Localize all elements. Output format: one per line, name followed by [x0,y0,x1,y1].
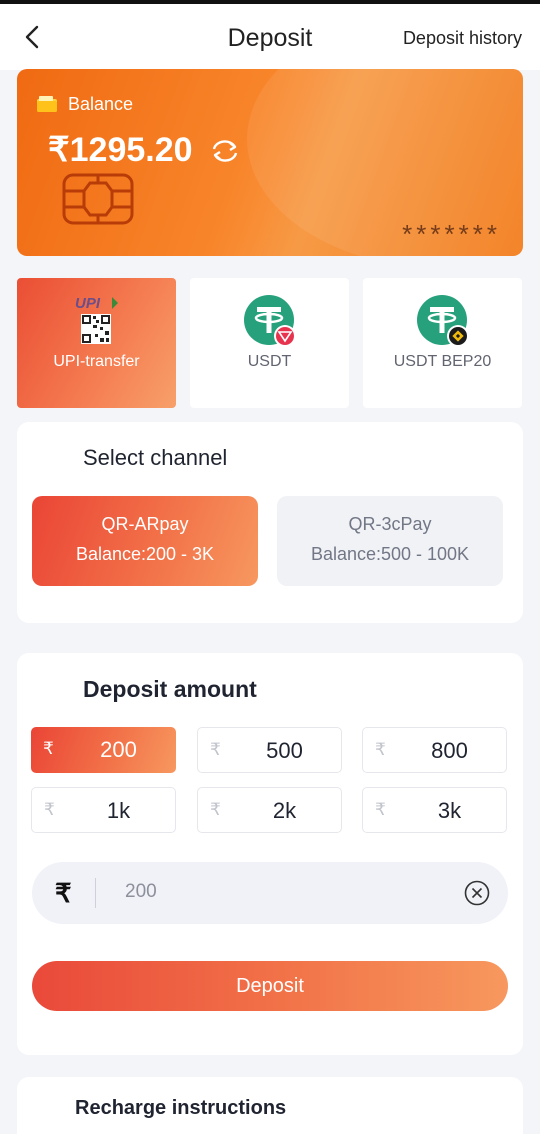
channel-qr-3cpay[interactable]: QR-3cPay Balance:500 - 100K [277,496,503,586]
masked-card-number: ******* [402,219,501,249]
rupee-icon: ₹ [210,800,221,819]
refresh-icon[interactable] [209,137,241,165]
channel-panel: Select channel QR-ARpay Balance:200 - 3K… [17,422,523,623]
balance-amount: ₹1295.20 [48,131,193,169]
method-label: USDT BEP20 [393,353,492,370]
card-chip-icon [62,173,134,225]
amount-option-200[interactable]: ₹ 200 [31,727,176,773]
method-label: UPI-transfer [53,353,140,370]
method-usdt[interactable]: USDT [190,278,349,408]
balance-label: Balance [68,94,134,114]
channel-qr-arpay[interactable]: QR-ARpay Balance:200 - 3K [32,496,258,586]
upi-logo-text: UPI [75,295,101,312]
select-channel-title: Select channel [83,445,228,470]
rupee-icon: ₹ [55,878,72,908]
top-bar: Deposit Deposit history [0,0,540,70]
rupee-icon: ₹ [43,739,54,758]
method-usdt-bep20[interactable]: USDT BEP20 [363,278,522,408]
amount-option-value: 800 [431,738,468,763]
channel-balance: Balance:200 - 3K [75,544,215,564]
amount-option-500[interactable]: ₹ 500 [197,727,342,773]
rupee-icon: ₹ [210,740,221,759]
amount-option-800[interactable]: ₹ 800 [362,727,507,773]
channel-name: QR-3cPay [348,514,432,534]
method-upi-transfer[interactable]: UPI UPI-transfer [17,278,176,408]
deposit-button[interactable]: Deposit [32,961,508,1011]
amount-option-value: 1k [106,798,131,823]
clear-icon[interactable] [464,880,490,906]
rupee-icon: ₹ [375,740,386,759]
rupee-icon: ₹ [375,800,386,819]
amount-option-value: 2k [272,798,297,823]
amount-input-field[interactable]: ₹ [32,862,508,924]
channel-balance: Balance:500 - 100K [310,544,470,564]
recharge-instructions-panel: Recharge instructions [17,1077,523,1134]
input-divider [95,878,96,908]
rupee-icon: ₹ [44,800,55,819]
amount-option-value: 3k [437,798,462,823]
amount-option-3k[interactable]: ₹ 3k [362,787,507,833]
deposit-history-link[interactable]: Deposit history [403,28,522,49]
method-label: USDT [247,353,292,370]
amount-option-2k[interactable]: ₹ 2k [197,787,342,833]
amount-input[interactable] [125,881,425,903]
deposit-amount-title: Deposit amount [83,676,257,702]
upi-qr-icon: UPI [75,295,118,344]
wallet-icon [37,96,57,112]
amount-option-value: 200 [100,737,137,762]
channel-name: QR-ARpay [101,514,189,534]
usdt-bep20-icon [417,295,469,347]
balance-card: Balance ₹1295.20 ******* [17,69,523,256]
recharge-instructions-title: Recharge instructions [75,1097,287,1119]
amount-option-value: 500 [266,738,303,763]
deposit-amount-panel: Deposit amount ₹ 200 ₹ 500 ₹ 800 ₹ 1k ₹ … [17,653,523,1055]
amount-option-1k[interactable]: ₹ 1k [31,787,176,833]
usdt-trc20-icon [244,295,296,347]
